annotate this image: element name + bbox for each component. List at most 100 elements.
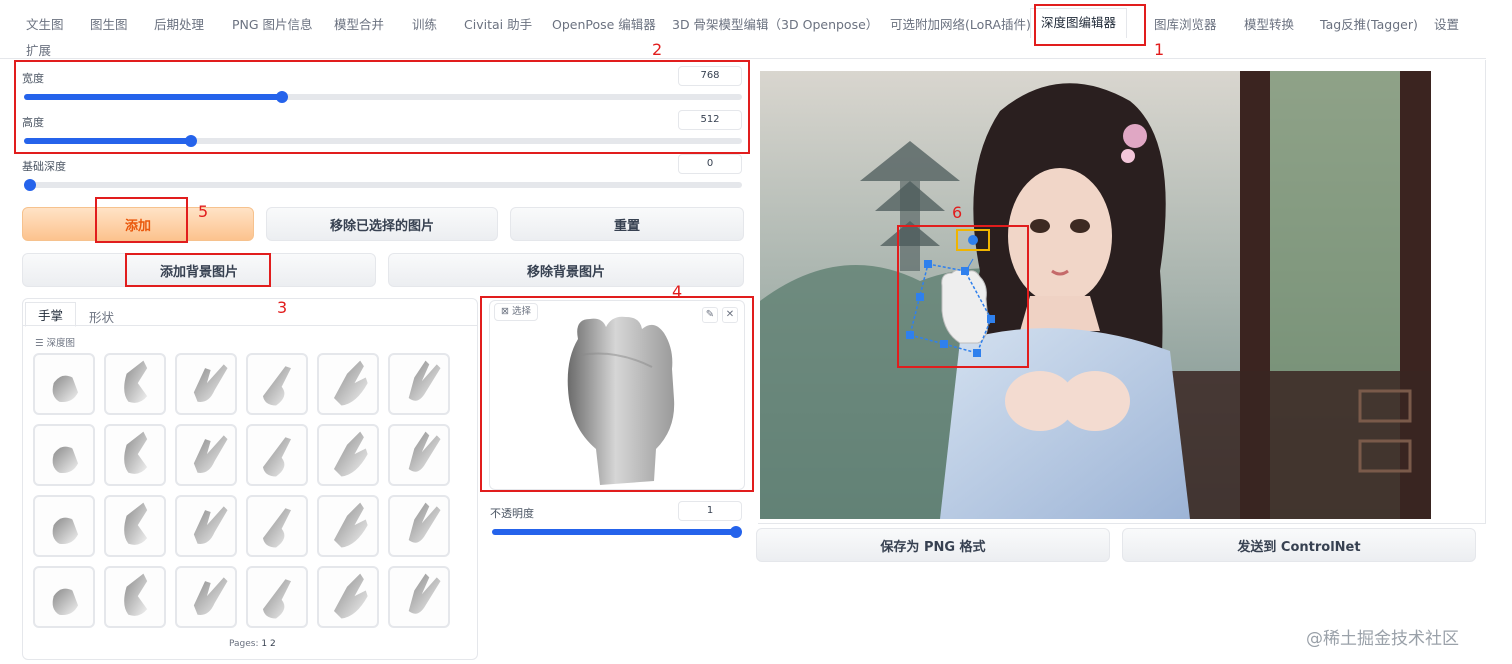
tab-8[interactable]: 3D 骨架模型编辑（3D Openpose） [672, 14, 878, 33]
hand-thumbnail[interactable] [33, 424, 95, 486]
hand-thumbnail[interactable] [317, 353, 379, 415]
hand-thumbnail[interactable] [246, 566, 308, 628]
base-depth-handle[interactable] [24, 179, 36, 191]
opacity-handle[interactable] [730, 526, 742, 538]
hand-thumbnail[interactable] [33, 566, 95, 628]
tab-4[interactable]: 模型合并 [334, 14, 384, 33]
gallery-label: ☰ 深度图 [35, 338, 76, 349]
hand-thumbnail[interactable] [175, 495, 237, 557]
hand-gallery-panel: 手掌 形状 ☰ 深度图 Pages: 1 2 [22, 298, 478, 660]
edit-icon[interactable]: ✎ [702, 307, 718, 323]
transform-handle[interactable] [961, 267, 969, 275]
base-depth-track[interactable] [24, 179, 742, 191]
width-label: 宽度 [22, 72, 44, 85]
hand-thumbnail[interactable] [388, 495, 450, 557]
annotation-number-4: 4 [672, 282, 683, 301]
hand-thumbnail[interactable] [317, 424, 379, 486]
opacity-label: 不透明度 [490, 507, 534, 520]
transform-handle[interactable] [924, 260, 932, 268]
annotation-number-5: 5 [198, 202, 209, 221]
tab-7[interactable]: OpenPose 编辑器 [552, 14, 656, 33]
annotation-number-3: 3 [277, 298, 288, 317]
transform-handle[interactable] [973, 349, 981, 357]
annotation-number-1: 1 [1154, 40, 1165, 59]
remove-selected-button[interactable]: 移除已选择的图片 [266, 207, 498, 241]
hand-thumbnail[interactable] [388, 424, 450, 486]
hand-thumbnail[interactable] [388, 566, 450, 628]
annotation-number-6: 6 [952, 203, 963, 222]
gallery-tab-divider [23, 325, 477, 326]
hand-thumbnail[interactable] [246, 353, 308, 415]
opacity-input[interactable]: 1 [678, 501, 742, 521]
tab-3[interactable]: PNG 图片信息 [232, 14, 313, 33]
select-badge: ⊠ 选择 [494, 303, 538, 321]
height-handle[interactable] [185, 135, 197, 147]
hand-thumbnail[interactable] [388, 353, 450, 415]
hand-thumbnail[interactable] [317, 495, 379, 557]
remove-background-button[interactable]: 移除背景图片 [388, 253, 744, 287]
annotation-number-2: 2 [652, 40, 663, 59]
depth-editor-canvas[interactable] [760, 71, 1431, 519]
hand-thumbnail[interactable] [104, 495, 166, 557]
hand-thumbnail[interactable] [104, 424, 166, 486]
fist-hand-preview [567, 316, 675, 485]
width-input[interactable]: 768 [678, 66, 742, 86]
send-to-controlnet-button[interactable]: 发送到 ControlNet [1122, 528, 1476, 562]
tab-13[interactable]: Tag反推(Tagger) [1320, 14, 1418, 33]
transform-handle[interactable] [906, 331, 914, 339]
hand-thumbnail[interactable] [33, 495, 95, 557]
tab-10[interactable]: 深度图编辑器 [1030, 8, 1128, 38]
height-label: 高度 [22, 116, 44, 129]
hand-thumbnail[interactable] [104, 566, 166, 628]
selected-preview: ⊠ 选择 ✎ ✕ [489, 300, 745, 490]
tab-2[interactable]: 后期处理 [154, 14, 204, 33]
hand-thumbnail[interactable] [317, 566, 379, 628]
transform-handle[interactable] [987, 315, 995, 323]
height-fill [24, 138, 191, 144]
hand-thumbnail[interactable] [175, 424, 237, 486]
hand-model-overlay[interactable] [941, 269, 989, 344]
gallery-label-text: 深度图 [46, 338, 76, 349]
tab-extensions[interactable]: 扩展 [26, 40, 51, 59]
hand-thumbnail[interactable] [175, 353, 237, 415]
height-input[interactable]: 512 [678, 110, 742, 130]
tab-12[interactable]: 模型转换 [1244, 14, 1294, 33]
opacity-track[interactable] [492, 526, 742, 538]
save-png-button[interactable]: 保存为 PNG 格式 [756, 528, 1110, 562]
tab-5[interactable]: 训练 [412, 14, 437, 33]
tab-6[interactable]: Civitai 助手 [464, 14, 532, 33]
add-button[interactable]: 添加 [22, 207, 254, 241]
rotate-handle[interactable] [968, 235, 978, 245]
close-icon[interactable]: ✕ [722, 307, 738, 323]
tab-9[interactable]: 可选附加网络(LoRA插件) [890, 14, 1031, 33]
hand-thumbnail[interactable] [246, 424, 308, 486]
transform-handle[interactable] [916, 293, 924, 301]
width-track[interactable] [24, 91, 742, 103]
gallery-pagination: Pages: 1 2 [229, 639, 276, 649]
transform-handle[interactable] [940, 340, 948, 348]
page-1-link[interactable]: 1 [261, 639, 267, 649]
tab-11[interactable]: 图库浏览器 [1154, 14, 1217, 33]
base-depth-label: 基础深度 [22, 160, 66, 173]
width-handle[interactable] [276, 91, 288, 103]
width-fill [24, 94, 282, 100]
tab-14[interactable]: 设置 [1434, 14, 1459, 33]
height-track[interactable] [24, 135, 742, 147]
tab-1[interactable]: 图生图 [90, 14, 128, 33]
hand-thumbnail[interactable] [104, 353, 166, 415]
add-background-button[interactable]: 添加背景图片 [22, 253, 376, 287]
tab-shape[interactable]: 形状 [89, 307, 114, 326]
background-photo [760, 71, 1431, 519]
base-depth-input[interactable]: 0 [678, 154, 742, 174]
watermark: @稀土掘金技术社区 [1306, 629, 1459, 649]
page-2-link[interactable]: 2 [270, 639, 276, 649]
hand-thumbnail[interactable] [175, 566, 237, 628]
reset-button[interactable]: 重置 [510, 207, 744, 241]
tab-hand[interactable]: 手掌 [25, 302, 77, 327]
top-tab-bar: 文生图 图生图 后期处理 PNG 图片信息 模型合并 训练 Civitai 助手 OpenPo… [0, 0, 1512, 60]
select-badge-text: 选择 [511, 306, 531, 317]
tab-0[interactable]: 文生图 [26, 14, 64, 33]
hand-thumbnail[interactable] [33, 353, 95, 415]
opacity-fill [492, 529, 736, 535]
hand-thumbnail[interactable] [246, 495, 308, 557]
